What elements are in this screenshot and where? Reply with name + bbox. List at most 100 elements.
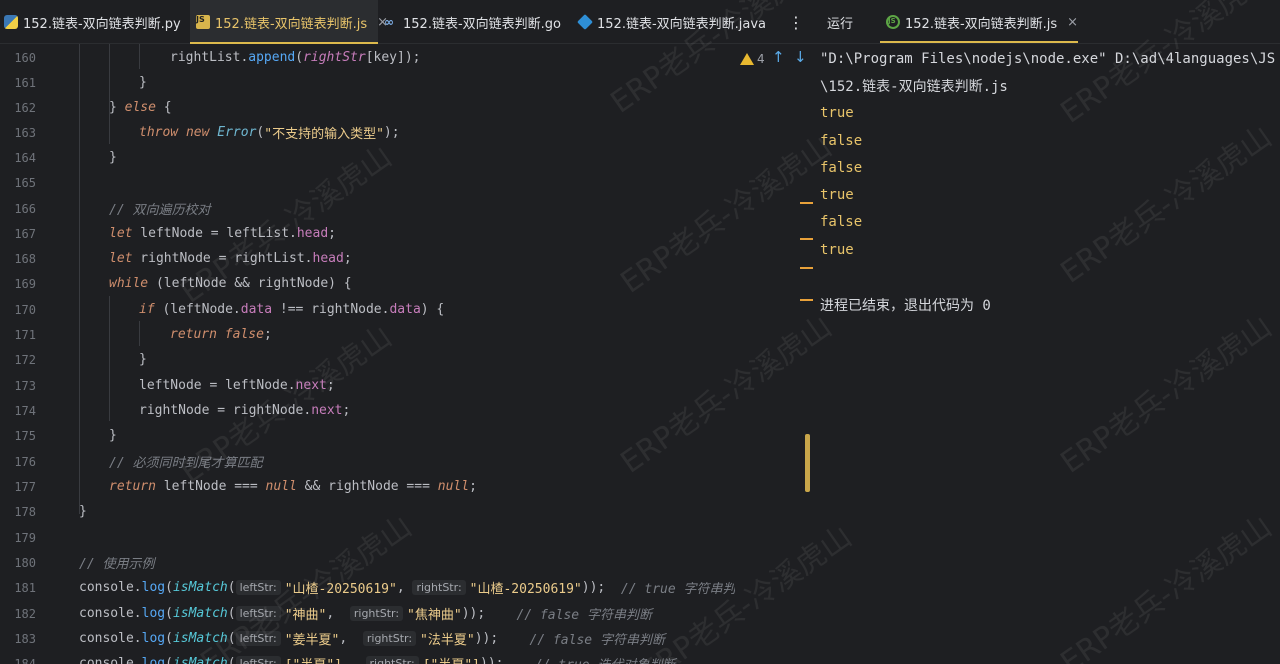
arrow-down-icon[interactable]: ↓	[794, 48, 807, 66]
line-number: 170	[14, 302, 36, 317]
line-number: 176	[14, 454, 36, 469]
code-line: 178 }	[0, 499, 735, 524]
line-number: 161	[14, 75, 36, 90]
output-command-line: \152.链表-双向链表判断.js	[820, 78, 1008, 95]
code-text: if (leftNode. data !== rightNode. data) {	[139, 302, 445, 317]
line-number: 174	[14, 403, 36, 418]
code-line: 169 while (leftNode && rightNode) {	[0, 271, 735, 296]
line-number: 181	[14, 580, 36, 595]
code-line: 183 console. log(isMatch(leftStr: "姜半夏", r…	[0, 626, 735, 651]
code-text: return leftNode === null && rightNode ==…	[109, 479, 477, 494]
output-result: false	[820, 159, 863, 176]
code-line: 167 let leftNode = leftList. head;	[0, 221, 735, 246]
code-line: 170 if (leftNode. data !== rightNode. data…	[0, 297, 735, 322]
line-number: 171	[14, 327, 36, 342]
code-line: 172 }	[0, 347, 735, 372]
tab-label: 152.链表-双向链表判断.js	[215, 16, 368, 32]
tab-label: 152.链表-双向链表判断.go	[403, 16, 561, 32]
line-number: 162	[14, 100, 36, 115]
javascript-icon: JS	[196, 15, 210, 29]
line-number: 169	[14, 276, 36, 291]
code-line: 161 }	[0, 70, 735, 95]
code-line: 166 // 双向遍历校对	[0, 196, 735, 221]
line-number: 173	[14, 378, 36, 393]
editor-tab-bar: 152.链表-双向链表判断.py JS 152.链表-双向链表判断.js × ∞…	[0, 0, 1280, 44]
code-line: 168 let rightNode = rightList. head;	[0, 246, 735, 271]
param-hint: rightStr:	[362, 631, 417, 646]
code-line: 163 throw new Error("不支持的输入类型");	[0, 120, 735, 145]
output-exit-message: 进程已结束，退出代码为 0	[820, 297, 991, 314]
code-text: rightList. append(rightStr [key]);	[170, 50, 421, 65]
line-number: 168	[14, 251, 36, 266]
code-text: rightNode = rightNode. next;	[139, 403, 351, 418]
code-text: console. log(isMatch(leftStr: "山楂-20250619…	[79, 580, 749, 597]
line-number: 180	[14, 555, 36, 570]
code-line: 165	[0, 170, 735, 195]
go-icon: ∞	[384, 15, 394, 29]
line-number: 177	[14, 479, 36, 494]
code-text: console.log(isMatch(leftStr:["半夏"], righ…	[79, 651, 675, 664]
code-text: } else {	[109, 100, 172, 115]
more-tabs-button[interactable]: ⋮	[788, 0, 804, 44]
param-hint: rightStr:	[412, 580, 466, 595]
code-text: }	[139, 352, 147, 367]
param-hint: leftStr:	[235, 631, 281, 646]
tab-javascript-file[interactable]: JS 152.链表-双向链表判断.js ×	[190, 0, 388, 44]
line-number: 165	[14, 175, 36, 190]
run-tool-window-title: 运行	[827, 16, 854, 32]
line-number: 172	[14, 352, 36, 367]
tab-label: 152.链表-双向链表判断.py	[23, 16, 181, 32]
run-output-panel[interactable]: 4 ↑ ↓ "D:\Program Files\nodejs\node.exe"…	[735, 44, 1280, 664]
code-text: let rightNode = rightList. head;	[109, 251, 352, 266]
code-line: 175 }	[0, 423, 735, 448]
code-comment: // 必须同时到尾才算匹配	[109, 456, 263, 471]
warning-icon	[740, 53, 754, 65]
output-result: false	[820, 213, 863, 230]
code-text: while (leftNode && rightNode) {	[109, 276, 352, 291]
param-hint: rightStr:	[349, 606, 404, 621]
code-text: return false;	[170, 327, 272, 342]
code-text: }	[79, 504, 87, 519]
line-number: 164	[14, 150, 36, 165]
close-icon[interactable]: ×	[1067, 15, 1078, 30]
tab-python-file[interactable]: 152.链表-双向链表判断.py	[4, 0, 181, 44]
code-line: 180 // 使用示例	[0, 550, 735, 575]
output-marker	[800, 299, 813, 301]
line-number: 167	[14, 226, 36, 241]
nodejs-icon: JS	[886, 15, 900, 29]
code-editor[interactable]: 160 rightList. append(rightStr [key]); 161…	[0, 44, 749, 664]
output-result: false	[820, 132, 863, 149]
code-text: console. log(isMatch(leftStr: "神曲", rightS…	[79, 606, 652, 623]
code-text: throw new Error("不支持的输入类型");	[139, 125, 400, 142]
tab-label: 152.链表-双向链表判断.java	[597, 16, 767, 32]
code-text: }	[109, 150, 117, 165]
param-hint: rightStr:	[365, 656, 419, 664]
code-line: 160 rightList. append(rightStr [key]);	[0, 45, 735, 70]
tab-go-file[interactable]: ∞ 152.链表-双向链表判断.go	[384, 0, 561, 44]
run-tab-underline	[880, 41, 1078, 43]
output-result: true	[820, 186, 854, 203]
scrollbar-thumb[interactable]	[805, 434, 810, 492]
tab-java-file[interactable]: 152.链表-双向链表判断.java	[577, 0, 767, 44]
code-comment: // 双向遍历校对	[109, 203, 211, 218]
warnings-indicator[interactable]: 4	[740, 52, 765, 66]
code-line: 181 console. log(isMatch(leftStr: "山楂-2025…	[0, 575, 749, 600]
code-line: 164 }	[0, 145, 735, 170]
warnings-count: 4	[757, 52, 765, 66]
code-text: console. log(isMatch(leftStr: "姜半夏", right…	[79, 631, 665, 648]
arrow-up-icon[interactable]: ↑	[772, 48, 785, 66]
tab-label: 152.链表-双向链表判断.js	[905, 16, 1058, 32]
code-text: }	[109, 428, 117, 443]
code-line: 173 leftNode = leftNode. next;	[0, 373, 735, 398]
run-config-tab[interactable]: JS 152.链表-双向链表判断.js ×	[880, 0, 1078, 44]
code-line: 179	[0, 525, 735, 550]
output-marker	[800, 267, 813, 269]
code-line: 182 console. log(isMatch(leftStr: "神曲", ri…	[0, 601, 735, 626]
param-hint: leftStr:	[235, 656, 281, 664]
line-number: 179	[14, 530, 36, 545]
code-line: 174 rightNode = rightNode. next;	[0, 398, 735, 423]
output-marker	[800, 238, 813, 240]
output-marker	[800, 202, 813, 204]
line-number: 182	[14, 606, 36, 621]
output-command-line: "D:\Program Files\nodejs\node.exe" D:\ad…	[820, 50, 1276, 67]
